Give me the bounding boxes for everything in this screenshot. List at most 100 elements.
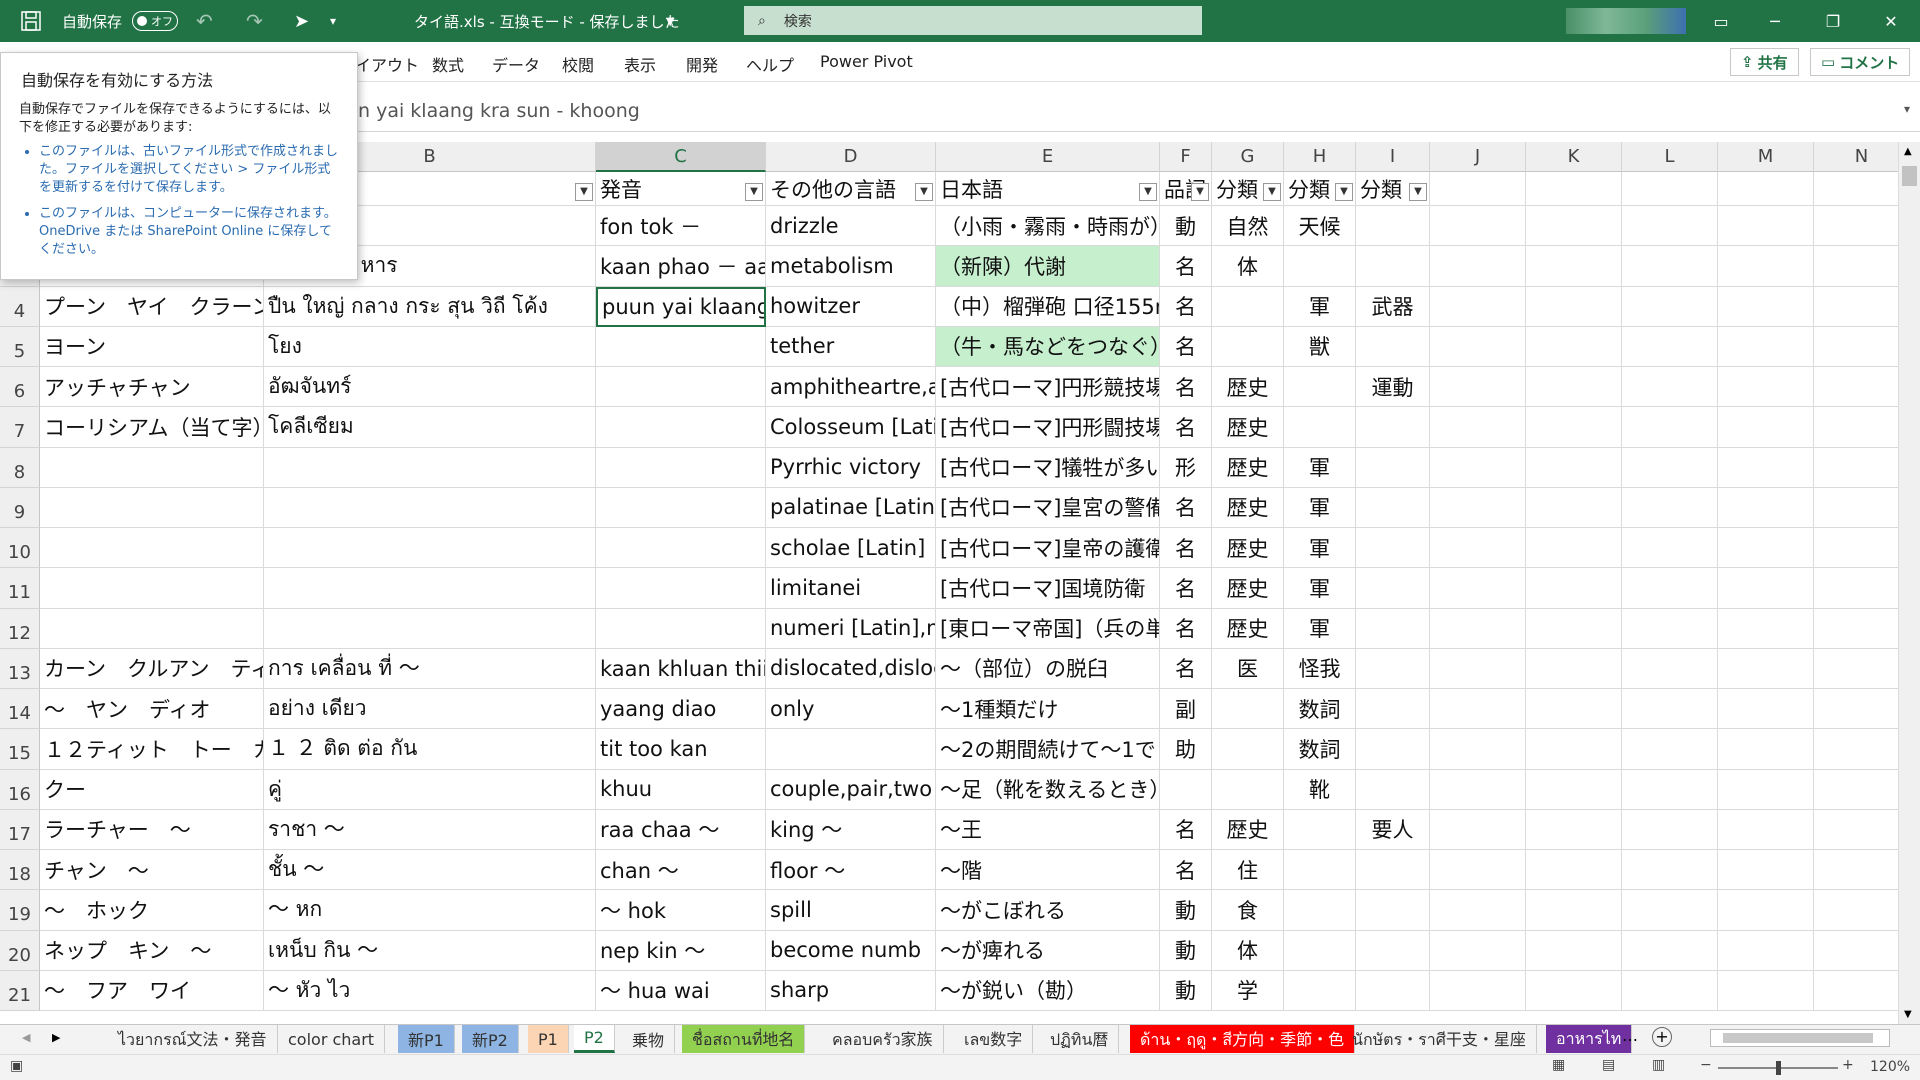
filter-dropdown-icon[interactable]: ▼ [1335,183,1353,201]
filter-dropdown-icon[interactable]: ▼ [575,183,593,201]
zoom-level[interactable]: 120% [1870,1059,1910,1075]
header-cell-n[interactable] [1814,172,1898,206]
table-cell[interactable]: nep kin ～ [596,930,766,971]
table-cell[interactable]: 名 [1160,286,1212,327]
table-cell[interactable] [1212,689,1284,730]
table-cell[interactable]: ネップ キン ～ [40,930,264,971]
table-cell[interactable] [1622,206,1718,247]
table-cell[interactable]: 形 [1160,447,1212,488]
table-cell[interactable] [1526,970,1622,1011]
table-cell[interactable]: [古代ローマ]皇帝の護衛 [936,528,1160,569]
row-header[interactable]: 16 [0,769,40,810]
table-cell[interactable]: tether [766,326,936,367]
table-cell[interactable]: 軍 [1284,528,1356,569]
zoom-slider-thumb[interactable] [1776,1061,1781,1075]
row-header[interactable]: 17 [0,809,40,850]
table-cell[interactable] [1718,608,1814,649]
table-cell[interactable] [1430,206,1526,247]
table-cell[interactable]: 学 [1212,970,1284,1011]
scroll-up-icon[interactable]: ▲ [1904,146,1912,157]
table-cell[interactable]: ～ หัว ไว [264,970,596,1011]
table-cell[interactable]: 数詞 [1284,729,1356,770]
table-cell[interactable]: spill [766,890,936,931]
table-cell[interactable] [1718,246,1814,287]
cursor-icon[interactable]: ➤ [294,0,309,42]
column-header-c[interactable]: C [596,142,766,172]
table-cell[interactable] [1212,729,1284,770]
table-cell[interactable] [1814,568,1898,609]
hscroll-thumb[interactable] [1723,1033,1873,1043]
table-cell[interactable]: 怪我 [1284,648,1356,689]
table-cell[interactable]: การ เคลื่อน ที่ ～ [264,648,596,689]
tab-4[interactable]: 表示 [624,52,656,76]
table-cell[interactable] [1526,487,1622,528]
table-cell[interactable] [40,447,264,488]
table-cell[interactable]: [古代ローマ]犠牲が多い [936,447,1160,488]
table-cell[interactable]: คู่ [264,769,596,810]
header-cell-e[interactable]: 日本語 ▼ [936,172,1160,206]
table-cell[interactable] [1622,407,1718,448]
table-cell[interactable] [1814,689,1898,730]
table-cell[interactable] [1356,608,1430,649]
table-cell[interactable]: コーリシアム（当て字） [40,407,264,448]
table-cell[interactable]: อัฒจันทร์ [264,367,596,408]
table-cell[interactable]: Colosseum [Latin] [766,407,936,448]
sheet-tab-10[interactable]: ปฏิทิน暦 [1040,1025,1120,1053]
table-cell[interactable]: 体 [1212,930,1284,971]
table-cell[interactable] [1356,246,1430,287]
table-cell[interactable] [1622,608,1718,649]
table-cell[interactable]: ～1種類だけ [936,689,1160,730]
column-header-d[interactable]: D [766,142,936,172]
table-cell[interactable]: ปืน ใหญ่ กลาง กระ สุน วิถี โค้ง [264,286,596,327]
table-cell[interactable]: couple,pair,two [766,769,936,810]
prev-sheet-icon[interactable]: ◀ [22,1031,30,1044]
table-cell[interactable] [1356,648,1430,689]
header-cell-i[interactable]: 分類 ▼ [1356,172,1430,206]
zoom-out-icon[interactable]: − [1700,1057,1712,1073]
table-cell[interactable] [1526,568,1622,609]
filter-dropdown-icon[interactable]: ▼ [1191,183,1209,201]
table-cell[interactable]: ～ หก [264,890,596,931]
table-cell[interactable] [1430,970,1526,1011]
table-cell[interactable]: โคลีเซียม [264,407,596,448]
table-cell[interactable] [1526,729,1622,770]
table-cell[interactable] [1718,930,1814,971]
table-cell[interactable] [1814,770,1898,810]
table-cell[interactable] [1526,528,1622,569]
autosave-toggle[interactable]: オフ [124,0,178,42]
table-cell[interactable] [766,729,936,770]
tab-1[interactable]: 数式 [432,52,464,76]
table-cell[interactable] [1814,287,1898,327]
table-cell[interactable]: 歴史 [1212,528,1284,569]
table-cell[interactable] [1356,769,1430,810]
table-cell[interactable]: ラーチャー ～ [40,809,264,850]
table-cell[interactable]: ～ ホック [40,890,264,931]
table-cell[interactable]: ชั้น ～ [264,850,596,891]
table-cell[interactable]: khuu [596,769,766,810]
table-cell[interactable]: 天候 [1284,206,1356,247]
table-cell[interactable] [1814,850,1898,891]
table-cell[interactable] [1430,850,1526,891]
table-cell[interactable]: numeri [Latin],numerus [766,608,936,649]
table-cell[interactable] [1160,769,1212,810]
table-cell[interactable]: （新陳）代謝 [936,246,1160,287]
table-cell[interactable] [596,608,766,649]
table-cell[interactable]: ヨーン [40,326,264,367]
table-cell[interactable]: 歴史 [1212,487,1284,528]
table-cell[interactable]: ～王 [936,809,1160,850]
table-cell[interactable] [1356,447,1430,488]
row-header[interactable]: 4 [0,286,40,327]
sheet-tab-11[interactable]: ด้าน・ฤดู・สี方向・季節・色 [1130,1025,1356,1053]
table-cell[interactable] [1430,286,1526,327]
table-cell[interactable] [1356,326,1430,367]
table-cell[interactable]: アッチャチャン [40,367,264,408]
header-cell-j[interactable] [1430,172,1526,206]
next-sheet-icon[interactable]: ▶ [52,1031,60,1044]
table-cell[interactable] [1814,729,1898,770]
table-cell[interactable]: （小雨・霧雨・時雨が）降 [936,206,1160,247]
search-input[interactable]: ⌕ 検索 [744,6,1202,35]
table-cell[interactable]: 歴史 [1212,367,1284,408]
table-cell[interactable] [1622,850,1718,891]
table-cell[interactable] [40,487,264,528]
table-cell[interactable] [1718,970,1814,1011]
